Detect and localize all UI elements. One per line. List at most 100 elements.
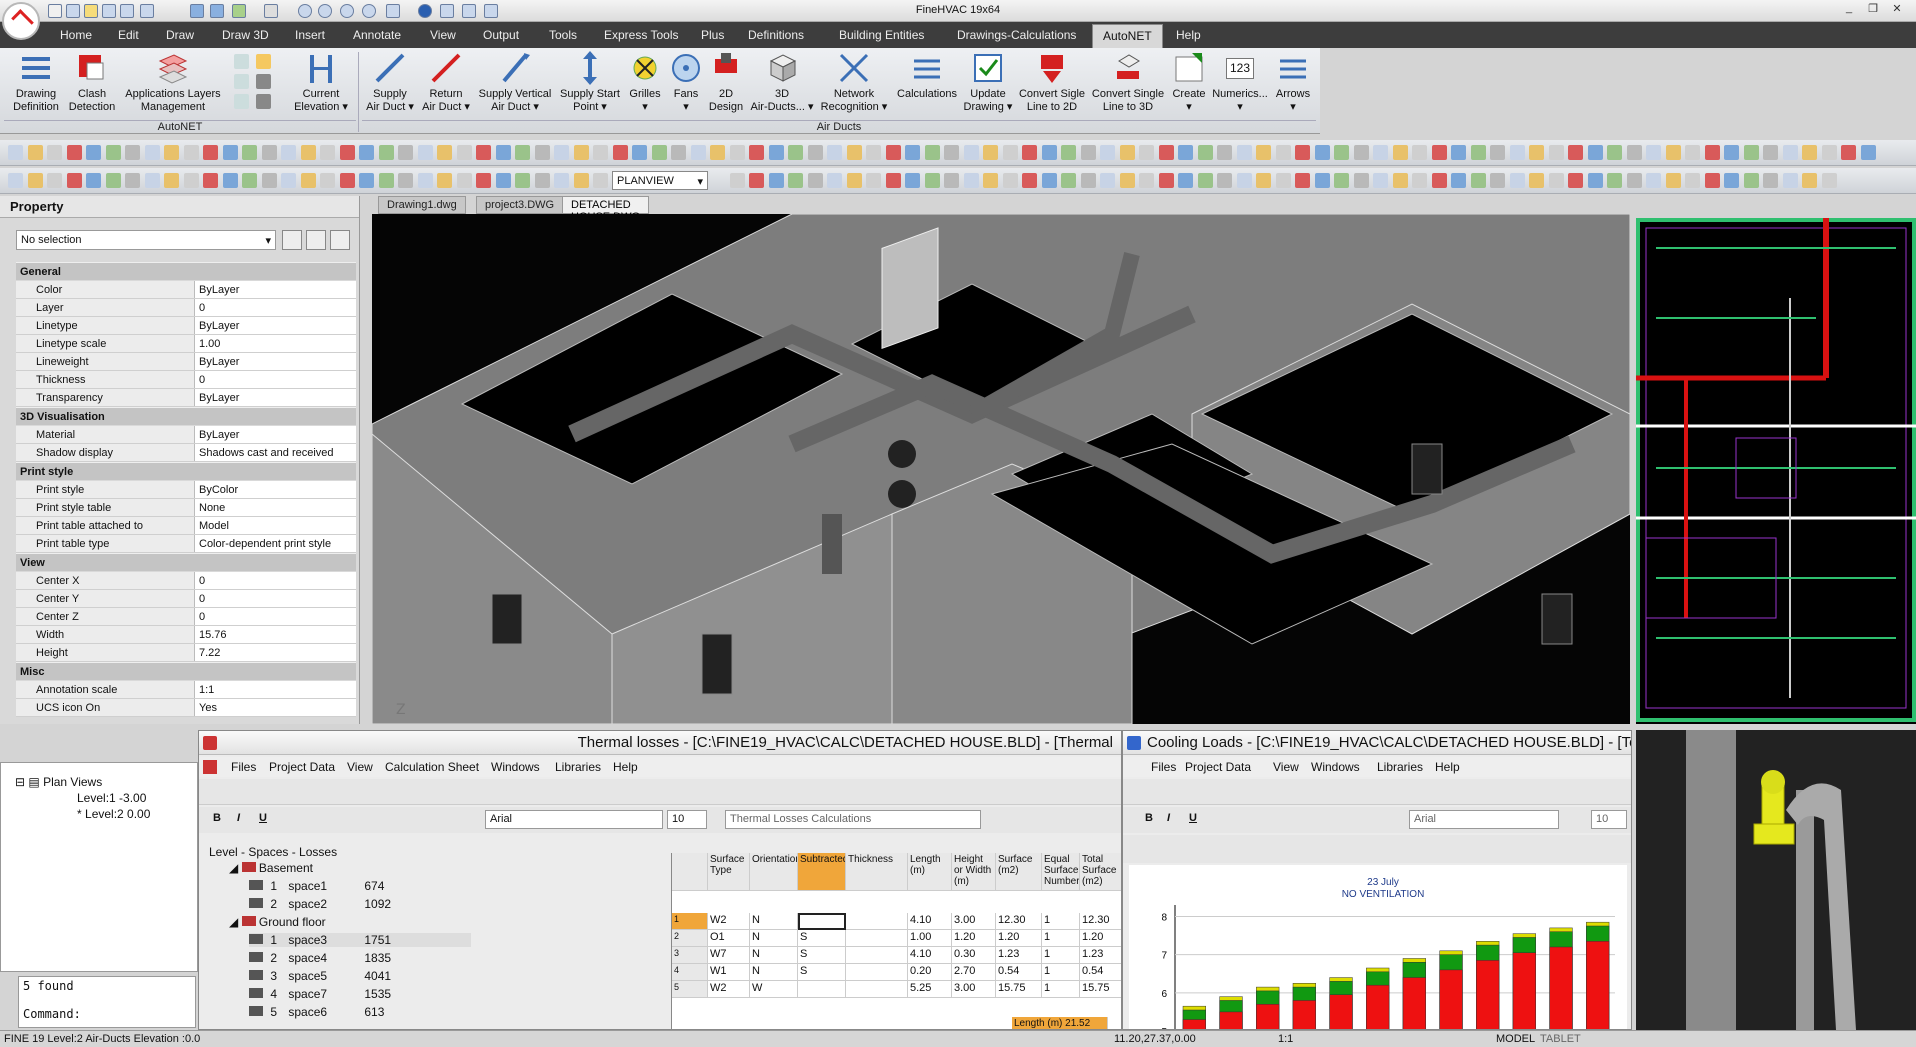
toolbar-tool-icon[interactable] (1782, 145, 1798, 160)
table-cell[interactable]: 4.10 (908, 947, 952, 964)
column-header[interactable]: Equal Surface Number (1042, 853, 1080, 891)
toolbar-tool-icon[interactable] (1646, 145, 1661, 160)
toolbar-tool-icon[interactable] (495, 145, 511, 160)
tab-drawing1[interactable]: Drawing1.dwg (378, 196, 466, 214)
property-value[interactable]: 1:1 (194, 681, 356, 698)
underline-button[interactable]: U (1189, 812, 1197, 824)
toolbar-tool-icon[interactable] (905, 145, 920, 160)
toolbar-tool-icon[interactable] (437, 173, 452, 188)
toolbar-tool-icon[interactable] (437, 145, 452, 160)
toolbar-tool-icon[interactable] (1197, 145, 1213, 160)
toolbar-tool-icon[interactable] (378, 173, 394, 188)
property-row[interactable]: Shadow display Shadows cast and received (16, 444, 356, 462)
table-cell[interactable]: 3.00 (952, 981, 996, 998)
toolbar-tool-icon[interactable] (1704, 145, 1720, 160)
toolbar-tool-icon[interactable] (8, 173, 23, 188)
toolbar-tool-icon[interactable] (866, 173, 881, 188)
toolbar-tool-icon[interactable] (1509, 145, 1525, 160)
italic-button[interactable]: I (237, 812, 240, 824)
space-node[interactable]: 1 space3 1751 (249, 933, 471, 947)
toolbar-tool-icon[interactable] (222, 145, 238, 160)
property-row[interactable]: Print style table None (16, 499, 356, 517)
toolbar-tool-icon[interactable] (1256, 145, 1271, 160)
property-value[interactable]: 15.76 (194, 626, 356, 643)
toolbar-tool-icon[interactable] (788, 173, 803, 188)
drawing-definition-button[interactable]: Drawing Definition (8, 50, 64, 114)
menu-express-tools[interactable]: Express Tools (604, 28, 678, 42)
grilles-button[interactable]: Grilles ▾ (624, 50, 666, 114)
toolbar-tool-icon[interactable] (1685, 173, 1700, 188)
toolbar-tool-icon[interactable] (300, 145, 316, 160)
property-row[interactable]: Lineweight ByLayer (16, 353, 356, 371)
toolbar-tool-icon[interactable] (417, 173, 433, 188)
property-value[interactable]: ByLayer (194, 281, 356, 298)
property-value[interactable]: ByLayer (194, 317, 356, 334)
toolbar-tool-icon[interactable] (924, 145, 940, 160)
toolbar-tool-icon[interactable] (807, 145, 823, 160)
toolbar-tool-icon[interactable] (1334, 145, 1349, 160)
space-node[interactable]: 2 space4 1835 (249, 951, 391, 965)
toolbar-tool-icon[interactable] (261, 173, 277, 188)
toolbar-tool-icon[interactable] (242, 173, 257, 188)
menu-plus[interactable]: Plus (701, 28, 724, 42)
table-cell[interactable]: N (750, 913, 798, 930)
table-cell[interactable] (846, 913, 908, 930)
level-node[interactable]: ◢ Ground floor (229, 915, 326, 929)
toolbar-tool-icon[interactable] (1158, 173, 1174, 188)
table-cell[interactable]: 2.70 (952, 964, 996, 981)
table-cell[interactable]: 1.20 (996, 930, 1042, 947)
toolbar-tool-icon[interactable] (398, 145, 413, 160)
font-select[interactable]: Arial (1409, 810, 1559, 829)
supply-vertical-duct-button[interactable]: Supply Vertical Air Duct ▾ (474, 50, 556, 114)
column-header[interactable]: Surface (m2) (996, 853, 1042, 891)
air-ducts-3d-button[interactable]: 3D Air-Ducts... ▾ (748, 50, 816, 114)
toolbar-tool-icon[interactable] (1841, 145, 1856, 160)
toolbar-tool-icon[interactable] (47, 145, 62, 160)
menu-tools[interactable]: Tools (549, 28, 577, 42)
property-value[interactable]: ByColor (194, 481, 356, 498)
toolbar-tool-icon[interactable] (534, 173, 550, 188)
toolbar-tool-icon[interactable] (27, 173, 43, 188)
toolbar-tool-icon[interactable] (125, 173, 140, 188)
clash-detection-button[interactable]: Clash Detection (66, 50, 118, 114)
toolbar-tool-icon[interactable] (1139, 145, 1154, 160)
sheet-select[interactable]: Thermal Losses Calculations (725, 810, 981, 829)
toolbar-tool-icon[interactable] (281, 145, 296, 160)
toolbar-tool-icon[interactable] (749, 173, 764, 188)
table-cell[interactable] (846, 947, 908, 964)
plan-viewport[interactable] (1636, 218, 1916, 724)
toolbar-tool-icon[interactable] (1334, 173, 1349, 188)
toolbar-tool-icon[interactable] (885, 145, 901, 160)
toolbar-tool-icon[interactable] (1665, 173, 1681, 188)
menu-definitions[interactable]: Definitions (748, 28, 804, 42)
fans-button[interactable]: Fans ▾ (666, 50, 706, 114)
table-cell[interactable] (798, 981, 846, 998)
table-cell[interactable]: S (798, 930, 846, 947)
toolbar-tool-icon[interactable] (983, 173, 998, 188)
toolbar-tool-icon[interactable] (554, 173, 569, 188)
toolbar-tool-icon[interactable] (1100, 173, 1115, 188)
space-node[interactable]: 2 space2 1092 (249, 897, 391, 911)
toolbar-tool-icon[interactable] (1724, 173, 1739, 188)
toolbar-tool-icon[interactable] (261, 145, 277, 160)
space-node[interactable]: 3 space5 4041 (249, 969, 391, 983)
toolbar-tool-icon[interactable] (242, 145, 257, 160)
property-row[interactable]: Material ByLayer (16, 426, 356, 444)
property-section-header[interactable]: General (16, 262, 356, 280)
table-cell[interactable]: 15.75 (996, 981, 1042, 998)
table-cell[interactable] (798, 913, 846, 930)
toolbar-tool-icon[interactable] (339, 145, 355, 160)
toolbar-tool-icon[interactable] (1548, 145, 1564, 160)
property-section-header[interactable]: 3D Visualisation (16, 407, 356, 425)
toolbar-tool-icon[interactable] (924, 173, 940, 188)
toolbar-tool-icon[interactable] (1802, 173, 1817, 188)
toolbar-tool-icon[interactable] (1821, 173, 1837, 188)
toolbar-tool-icon[interactable] (534, 145, 550, 160)
toolbar-tool-icon[interactable] (1178, 145, 1193, 160)
toolbar-tool-icon[interactable] (359, 145, 374, 160)
thermal-menu-view[interactable]: View (347, 760, 373, 774)
toolbar-tool-icon[interactable] (1061, 145, 1076, 160)
toolbar-tool-icon[interactable] (1665, 145, 1681, 160)
property-row[interactable]: UCS icon On Yes (16, 699, 356, 717)
toolbar-tool-icon[interactable] (1080, 173, 1096, 188)
